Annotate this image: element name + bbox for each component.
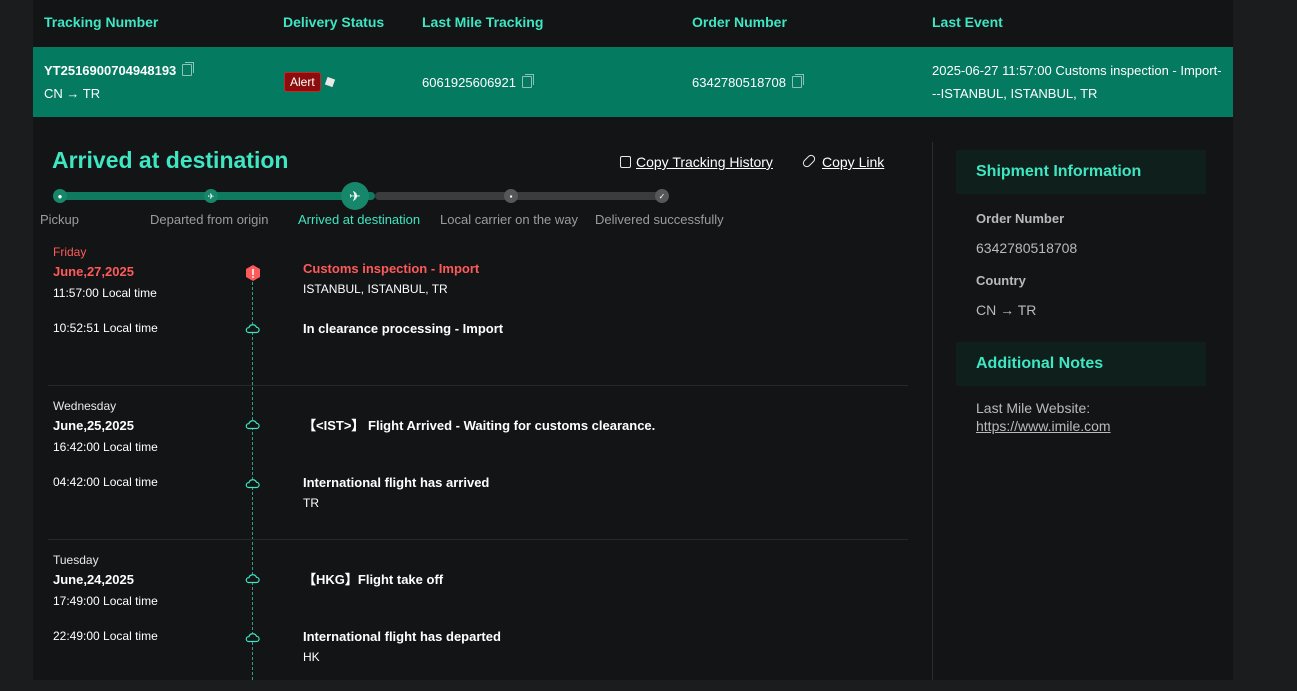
cloud-icon bbox=[245, 420, 260, 430]
copy-icon[interactable] bbox=[182, 62, 195, 76]
cloud-icon bbox=[245, 633, 260, 643]
day-divider bbox=[48, 385, 908, 386]
status-title: Arrived at destination bbox=[52, 147, 289, 173]
last-mile-cell: 6061925606921 bbox=[422, 74, 534, 90]
step-pickup: Pickup bbox=[40, 212, 80, 227]
tracking-panel: Tracking Number Delivery Status Last Mil… bbox=[33, 0, 1233, 680]
cloud-icon bbox=[245, 479, 260, 489]
table-header: Tracking Number Delivery Status Last Mil… bbox=[33, 0, 1233, 46]
sidebar-divider bbox=[932, 142, 933, 680]
country-label: Country bbox=[976, 273, 1026, 288]
event-time: 10:52:51 Local time bbox=[53, 321, 158, 335]
status-badge: Alert bbox=[284, 72, 321, 92]
alert-icon bbox=[246, 265, 260, 281]
day-divider bbox=[48, 539, 908, 540]
last-event-line2: --ISTANBUL, ISTANBUL, TR bbox=[932, 86, 1098, 101]
shipment-info-title: Shipment Information bbox=[976, 163, 1142, 180]
country-value: CN → TR bbox=[976, 302, 1037, 318]
truck-icon: ▪ bbox=[504, 189, 518, 203]
package-icon bbox=[324, 76, 335, 88]
day-weekday: Wednesday bbox=[53, 399, 117, 413]
event-title: Customs inspection - Import bbox=[303, 261, 480, 276]
tracking-number-cell: YT2516900704948193 bbox=[44, 62, 195, 78]
step-arrived: Arrived at destination bbox=[298, 212, 421, 227]
day-weekday: Friday bbox=[53, 245, 87, 259]
status-cell: Alert bbox=[284, 72, 335, 92]
day-date: June,27,2025 bbox=[53, 264, 134, 279]
event-title: International flight has departed bbox=[303, 629, 501, 644]
additional-notes-header: Additional Notes bbox=[956, 342, 1206, 386]
copy-link-label: Copy Link bbox=[822, 154, 885, 170]
step-local-carrier: Local carrier on the way bbox=[440, 212, 579, 227]
day-date: June,25,2025 bbox=[53, 418, 134, 433]
header-order-number: Order Number bbox=[692, 14, 787, 30]
table-row[interactable]: YT2516900704948193 CN → TR Alert 6061925… bbox=[33, 47, 1233, 117]
tracking-number: YT2516900704948193 bbox=[44, 63, 177, 78]
cloud-icon bbox=[245, 324, 260, 334]
additional-notes-title: Additional Notes bbox=[976, 355, 1104, 372]
last-mile-number: 6061925606921 bbox=[422, 75, 516, 90]
day-weekday: Tuesday bbox=[53, 553, 99, 567]
departure-icon: ✈ bbox=[204, 189, 218, 203]
order-number: 6342780518708 bbox=[692, 75, 786, 90]
shipment-info-header: Shipment Information bbox=[956, 150, 1206, 194]
order-number-cell: 6342780518708 bbox=[692, 74, 804, 90]
day-date: June,24,2025 bbox=[53, 572, 134, 587]
cloud-icon bbox=[245, 574, 260, 584]
pickup-icon: ● bbox=[53, 189, 67, 203]
arrival-icon: ✈ bbox=[341, 182, 369, 210]
progress-remaining bbox=[375, 192, 669, 200]
header-delivery-status: Delivery Status bbox=[283, 14, 385, 30]
event-time: 22:49:00 Local time bbox=[53, 629, 158, 643]
event-time: 11:57:00 Local time bbox=[53, 286, 157, 300]
event-title: International flight has arrived bbox=[303, 475, 490, 490]
copy-icon[interactable] bbox=[792, 74, 804, 88]
step-departed: Departed from origin bbox=[150, 212, 269, 227]
copy-history-button[interactable]: Copy Tracking History bbox=[620, 154, 773, 170]
notes-text: Last Mile Website: bbox=[976, 400, 1091, 416]
copy-icon[interactable] bbox=[522, 74, 534, 88]
order-number-value: 6342780518708 bbox=[976, 240, 1078, 256]
header-last-mile: Last Mile Tracking bbox=[422, 14, 544, 30]
link-icon bbox=[801, 153, 817, 169]
event-time: 04:42:00 Local time bbox=[53, 475, 158, 489]
event-time: 16:42:00 Local time bbox=[53, 440, 158, 454]
route: CN → TR bbox=[44, 86, 101, 101]
event-title: 【<IST>】 Flight Arrived - Waiting for cus… bbox=[303, 418, 656, 433]
order-number-label: Order Number bbox=[976, 211, 1065, 226]
header-tracking-number: Tracking Number bbox=[44, 14, 159, 30]
step-delivered: Delivered successfully bbox=[595, 212, 724, 227]
event-location: HK bbox=[303, 650, 320, 664]
last-event-line1: 2025-06-27 11:57:00 Customs inspection -… bbox=[932, 63, 1222, 78]
event-time: 17:49:00 Local time bbox=[53, 594, 158, 608]
event-title: 【HKG】Flight take off bbox=[303, 572, 444, 587]
header-last-event: Last Event bbox=[932, 14, 1003, 30]
copy-link-button[interactable]: Copy Link bbox=[801, 153, 885, 170]
copy-history-label: Copy Tracking History bbox=[636, 154, 773, 170]
event-location: ISTANBUL, ISTANBUL, TR bbox=[303, 282, 448, 296]
event-location: TR bbox=[303, 496, 319, 510]
check-icon: ✓ bbox=[655, 189, 669, 203]
copy-icon bbox=[620, 156, 631, 168]
last-mile-website-link[interactable]: https://www.imile.com bbox=[976, 418, 1111, 434]
event-title: In clearance processing - Import bbox=[303, 321, 504, 336]
